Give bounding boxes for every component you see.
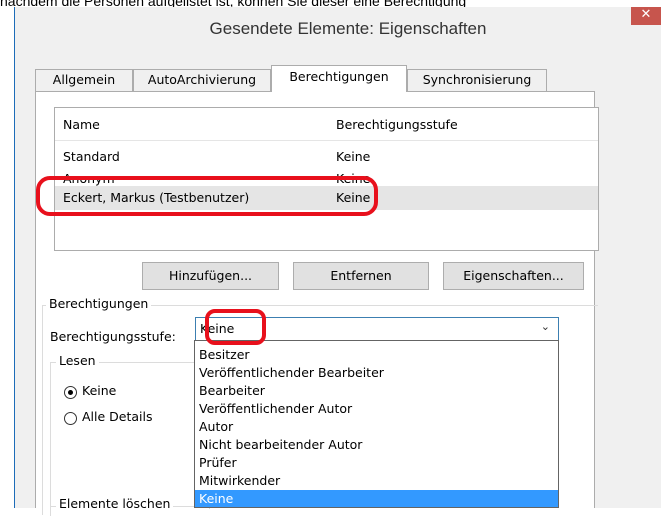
window-title: Gesendete Elemente: Eigenschaften xyxy=(209,19,487,38)
row-level: Keine xyxy=(336,149,371,164)
tab-autoarchivierung[interactable]: AutoArchivierung xyxy=(133,69,271,91)
option-veroeffentlichender-autor[interactable]: Veröffentlichender Autor xyxy=(195,400,558,418)
list-row-standard[interactable]: Standard Keine xyxy=(55,146,598,168)
tab-synchronisierung[interactable]: Synchronisierung xyxy=(407,69,547,91)
option-mitwirkender[interactable]: Mitwirkender xyxy=(195,472,558,490)
list-header: Name Berechtigungsstufe xyxy=(55,108,598,141)
column-header-name[interactable]: Name xyxy=(63,117,100,132)
tab-label: AutoArchivierung xyxy=(147,72,257,87)
permission-level-dropdown[interactable]: Besitzer Veröffentlichender Bearbeiter B… xyxy=(194,340,559,508)
tab-allgemein[interactable]: Allgemein xyxy=(35,69,133,91)
option-nicht-bearbeitender-autor[interactable]: Nicht bearbeitender Autor xyxy=(195,436,558,454)
list-row-eckert-markus[interactable]: Eckert, Markus (Testbenutzer) Keine xyxy=(55,186,598,210)
add-button[interactable]: Hinzufügen... xyxy=(142,262,279,290)
read-groupbox xyxy=(50,362,210,509)
chevron-down-icon[interactable]: ⌄ xyxy=(541,320,550,333)
tab-label: Berechtigungen xyxy=(289,69,389,84)
permission-level-value: Keine xyxy=(200,321,235,336)
read-all-details-label: Alle Details xyxy=(82,409,153,424)
row-level: Keine xyxy=(336,190,371,205)
close-button[interactable]: ✕ xyxy=(631,7,661,25)
option-autor[interactable]: Autor xyxy=(195,418,558,436)
row-name: Standard xyxy=(63,149,120,164)
permission-level-label: Berechtigungsstufe: xyxy=(50,329,176,344)
read-group-title: Lesen xyxy=(56,353,99,368)
column-header-level[interactable]: Berechtigungsstufe xyxy=(336,117,458,132)
tab-label: Allgemein xyxy=(52,72,116,87)
permissions-group-title: Berechtigungen xyxy=(46,296,152,311)
row-name: Eckert, Markus (Testbenutzer) xyxy=(63,190,250,205)
option-veroeffentlichender-bearbeiter[interactable]: Veröffentlichender Bearbeiter xyxy=(195,364,558,382)
title-bar: Gesendete Elemente: Eigenschaften ✕ xyxy=(15,7,661,53)
option-bearbeiter[interactable]: Bearbeiter xyxy=(195,382,558,400)
properties-button[interactable]: Eigenschaften... xyxy=(443,262,584,290)
permissions-list[interactable]: Name Berechtigungsstufe Standard Keine A… xyxy=(54,107,599,251)
permission-level-select[interactable]: Keine ⌄ xyxy=(195,317,559,341)
option-keine[interactable]: Keine xyxy=(195,490,558,507)
read-none-radio[interactable] xyxy=(64,386,77,399)
delete-group-title: Elemente löschen xyxy=(56,496,174,511)
option-pruefer[interactable]: Prüfer xyxy=(195,454,558,472)
tab-berechtigungen[interactable]: Berechtigungen xyxy=(271,65,407,92)
read-all-details-radio[interactable] xyxy=(64,412,77,425)
close-icon: ✕ xyxy=(640,7,652,22)
tab-label: Synchronisierung xyxy=(422,72,532,87)
option-besitzer[interactable]: Besitzer xyxy=(195,346,558,364)
read-none-label: Keine xyxy=(82,383,117,398)
remove-button[interactable]: Entfernen xyxy=(293,262,429,290)
